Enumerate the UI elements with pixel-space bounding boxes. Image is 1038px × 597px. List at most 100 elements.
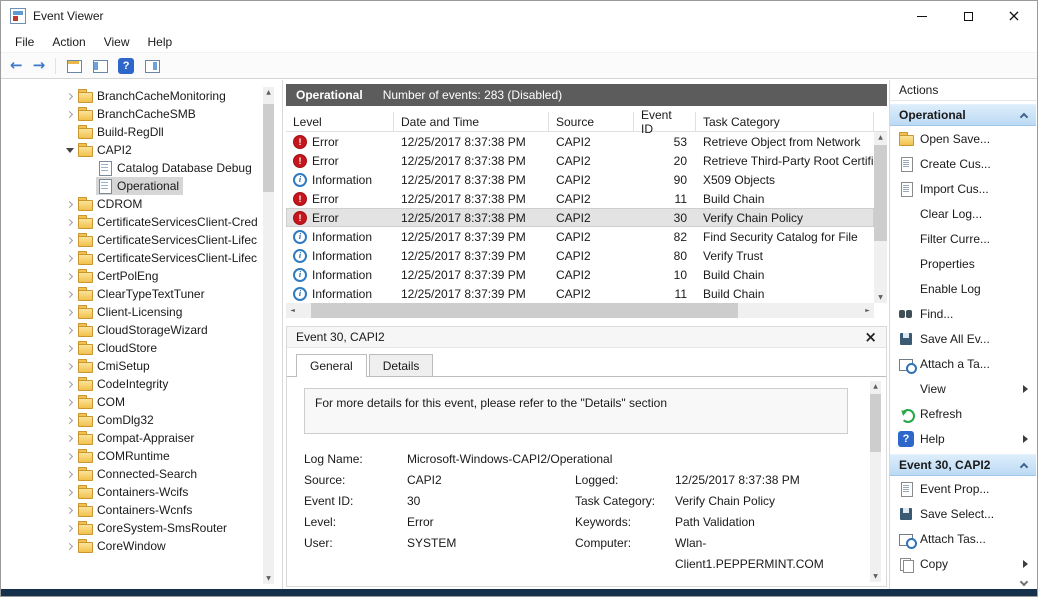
- tab-general[interactable]: General: [296, 354, 367, 377]
- column-header-level[interactable]: Level: [286, 112, 394, 131]
- event-row-20[interactable]: !Error12/25/2017 8:37:38 PMCAPI220Retrie…: [286, 151, 874, 170]
- chevron-right-icon[interactable]: [64, 202, 75, 207]
- action-help[interactable]: Help: [890, 426, 1036, 451]
- action-refresh[interactable]: Refresh: [890, 401, 1036, 426]
- chevron-right-icon[interactable]: [64, 544, 75, 549]
- action-clear-log[interactable]: Clear Log...: [890, 201, 1036, 226]
- scrollbar-thumb[interactable]: [874, 145, 887, 241]
- tree-item-codeintegrity[interactable]: CodeIntegrity: [2, 375, 282, 393]
- action-attach-tas[interactable]: Attach Tas...: [890, 526, 1036, 551]
- tree-item-cmisetup[interactable]: CmiSetup: [2, 357, 282, 375]
- action-copy[interactable]: Copy: [890, 551, 1036, 576]
- tree-item-certificateservicesclient-lifec[interactable]: CertificateServicesClient-Lifec: [2, 231, 282, 249]
- menu-help[interactable]: Help: [139, 33, 182, 51]
- scroll-down-icon[interactable]: ▼: [263, 573, 274, 584]
- chevron-right-icon[interactable]: [64, 328, 75, 333]
- tree-item-certificateservicesclient-cred[interactable]: CertificateServicesClient-Cred: [2, 213, 282, 231]
- tree-item-connected-search[interactable]: Connected-Search: [2, 465, 282, 483]
- tree-item-certpoleng[interactable]: CertPolEng: [2, 267, 282, 285]
- event-row-11[interactable]: !Error12/25/2017 8:37:38 PMCAPI211Build …: [286, 189, 874, 208]
- scroll-up-icon[interactable]: ▲: [874, 132, 887, 143]
- event-row-53[interactable]: !Error12/25/2017 8:37:38 PMCAPI253Retrie…: [286, 132, 874, 151]
- column-header-event-id[interactable]: Event ID: [634, 112, 696, 131]
- action-create-cus[interactable]: Create Cus...: [890, 151, 1036, 176]
- tree-item-client-licensing[interactable]: Client-Licensing: [2, 303, 282, 321]
- tree-item-build-regdll[interactable]: Build-RegDll: [2, 123, 282, 141]
- show-action-pane-icon[interactable]: [144, 58, 160, 74]
- action-filter-curre[interactable]: Filter Curre...: [890, 226, 1036, 251]
- tree-item-comruntime[interactable]: COMRuntime: [2, 447, 282, 465]
- chevron-right-icon[interactable]: [64, 256, 75, 261]
- show-console-tree-icon[interactable]: [66, 58, 82, 74]
- chevron-right-icon[interactable]: [64, 310, 75, 315]
- action-properties[interactable]: Properties: [890, 251, 1036, 276]
- event-row-90[interactable]: iInformation12/25/2017 8:37:38 PMCAPI290…: [286, 170, 874, 189]
- scrollbar-thumb[interactable]: [311, 303, 738, 318]
- chevron-right-icon[interactable]: [64, 454, 75, 459]
- chevron-right-icon[interactable]: [64, 346, 75, 351]
- menu-file[interactable]: File: [6, 33, 43, 51]
- action-view[interactable]: View: [890, 376, 1036, 401]
- chevron-right-icon[interactable]: [64, 220, 75, 225]
- chevron-right-icon[interactable]: [64, 418, 75, 423]
- export-list-icon[interactable]: [92, 58, 108, 74]
- menu-view[interactable]: View: [95, 33, 139, 51]
- horizontal-scrollbar[interactable]: ◄ ►: [286, 303, 874, 318]
- column-header-task-category[interactable]: Task Category: [696, 112, 874, 131]
- tree-item-cloudstore[interactable]: CloudStore: [2, 339, 282, 357]
- chevron-right-icon[interactable]: [64, 364, 75, 369]
- tree-item-operational[interactable]: Operational: [2, 177, 282, 195]
- event-row-82[interactable]: iInformation12/25/2017 8:37:39 PMCAPI282…: [286, 227, 874, 246]
- event-row-10[interactable]: iInformation12/25/2017 8:37:39 PMCAPI210…: [286, 265, 874, 284]
- tree-item-comdlg32[interactable]: ComDlg32: [2, 411, 282, 429]
- tree-item-com[interactable]: COM: [2, 393, 282, 411]
- tree-item-containers-wcnfs[interactable]: Containers-Wcnfs: [2, 501, 282, 519]
- action-open-save[interactable]: Open Save...: [890, 126, 1036, 151]
- actions-section-operational[interactable]: Operational: [890, 104, 1036, 126]
- chevron-right-icon[interactable]: [64, 274, 75, 279]
- tree-item-branchcachesmb[interactable]: BranchCacheSMB: [2, 105, 282, 123]
- forward-icon[interactable]: →: [33, 58, 46, 73]
- chevron-down-icon[interactable]: [64, 148, 75, 153]
- chevron-right-icon[interactable]: [64, 526, 75, 531]
- actions-section-event-30-capi2[interactable]: Event 30, CAPI2: [890, 454, 1036, 476]
- tree-item-catalog-database-debug[interactable]: Catalog Database Debug: [2, 159, 282, 177]
- tree-item-cleartypetexttuner[interactable]: ClearTypeTextTuner: [2, 285, 282, 303]
- tree-item-certificateservicesclient-lifec[interactable]: CertificateServicesClient-Lifec: [2, 249, 282, 267]
- chevron-right-icon[interactable]: [64, 472, 75, 477]
- chevron-right-icon[interactable]: [64, 508, 75, 513]
- detail-scrollbar[interactable]: ▲ ▼: [870, 381, 881, 582]
- event-row-30[interactable]: !Error12/25/2017 8:37:38 PMCAPI230Verify…: [286, 208, 874, 227]
- collapse-section-icon[interactable]: [1020, 462, 1028, 470]
- minimize-button[interactable]: [899, 1, 945, 31]
- close-detail-icon[interactable]: ×: [864, 330, 877, 345]
- actions-scroll-down-icon[interactable]: [1020, 578, 1028, 586]
- event-row-11[interactable]: iInformation12/25/2017 8:37:39 PMCAPI211…: [286, 284, 874, 303]
- scroll-down-icon[interactable]: ▼: [874, 292, 887, 303]
- event-row-80[interactable]: iInformation12/25/2017 8:37:39 PMCAPI280…: [286, 246, 874, 265]
- chevron-right-icon[interactable]: [64, 400, 75, 405]
- events-scrollbar[interactable]: ▲ ▼: [874, 132, 887, 303]
- tree-item-corewindow[interactable]: CoreWindow: [2, 537, 282, 555]
- column-header-date-and-time[interactable]: Date and Time: [394, 112, 549, 131]
- scrollbar-track[interactable]: [299, 303, 861, 318]
- chevron-right-icon[interactable]: [64, 292, 75, 297]
- scrollbar-track[interactable]: [263, 98, 274, 573]
- chevron-right-icon[interactable]: [64, 94, 75, 99]
- scroll-left-icon[interactable]: ◄: [286, 303, 299, 318]
- action-import-cus[interactable]: Import Cus...: [890, 176, 1036, 201]
- help-toolbar-icon[interactable]: [118, 58, 134, 74]
- back-icon[interactable]: ←: [10, 58, 23, 73]
- tree-item-containers-wcifs[interactable]: Containers-Wcifs: [2, 483, 282, 501]
- tree-item-capi2[interactable]: CAPI2: [2, 141, 282, 159]
- action-save-select[interactable]: Save Select...: [890, 501, 1036, 526]
- collapse-section-icon[interactable]: [1020, 112, 1028, 120]
- action-save-all-ev[interactable]: Save All Ev...: [890, 326, 1036, 351]
- action-enable-log[interactable]: Enable Log: [890, 276, 1036, 301]
- tree-scrollbar[interactable]: ▲ ▼: [263, 87, 274, 584]
- tree-item-branchcachemonitoring[interactable]: BranchCacheMonitoring: [2, 87, 282, 105]
- tree-item-coresystem-smsrouter[interactable]: CoreSystem-SmsRouter: [2, 519, 282, 537]
- chevron-right-icon[interactable]: [64, 112, 75, 117]
- chevron-right-icon[interactable]: [64, 238, 75, 243]
- scrollbar-track[interactable]: [870, 392, 881, 571]
